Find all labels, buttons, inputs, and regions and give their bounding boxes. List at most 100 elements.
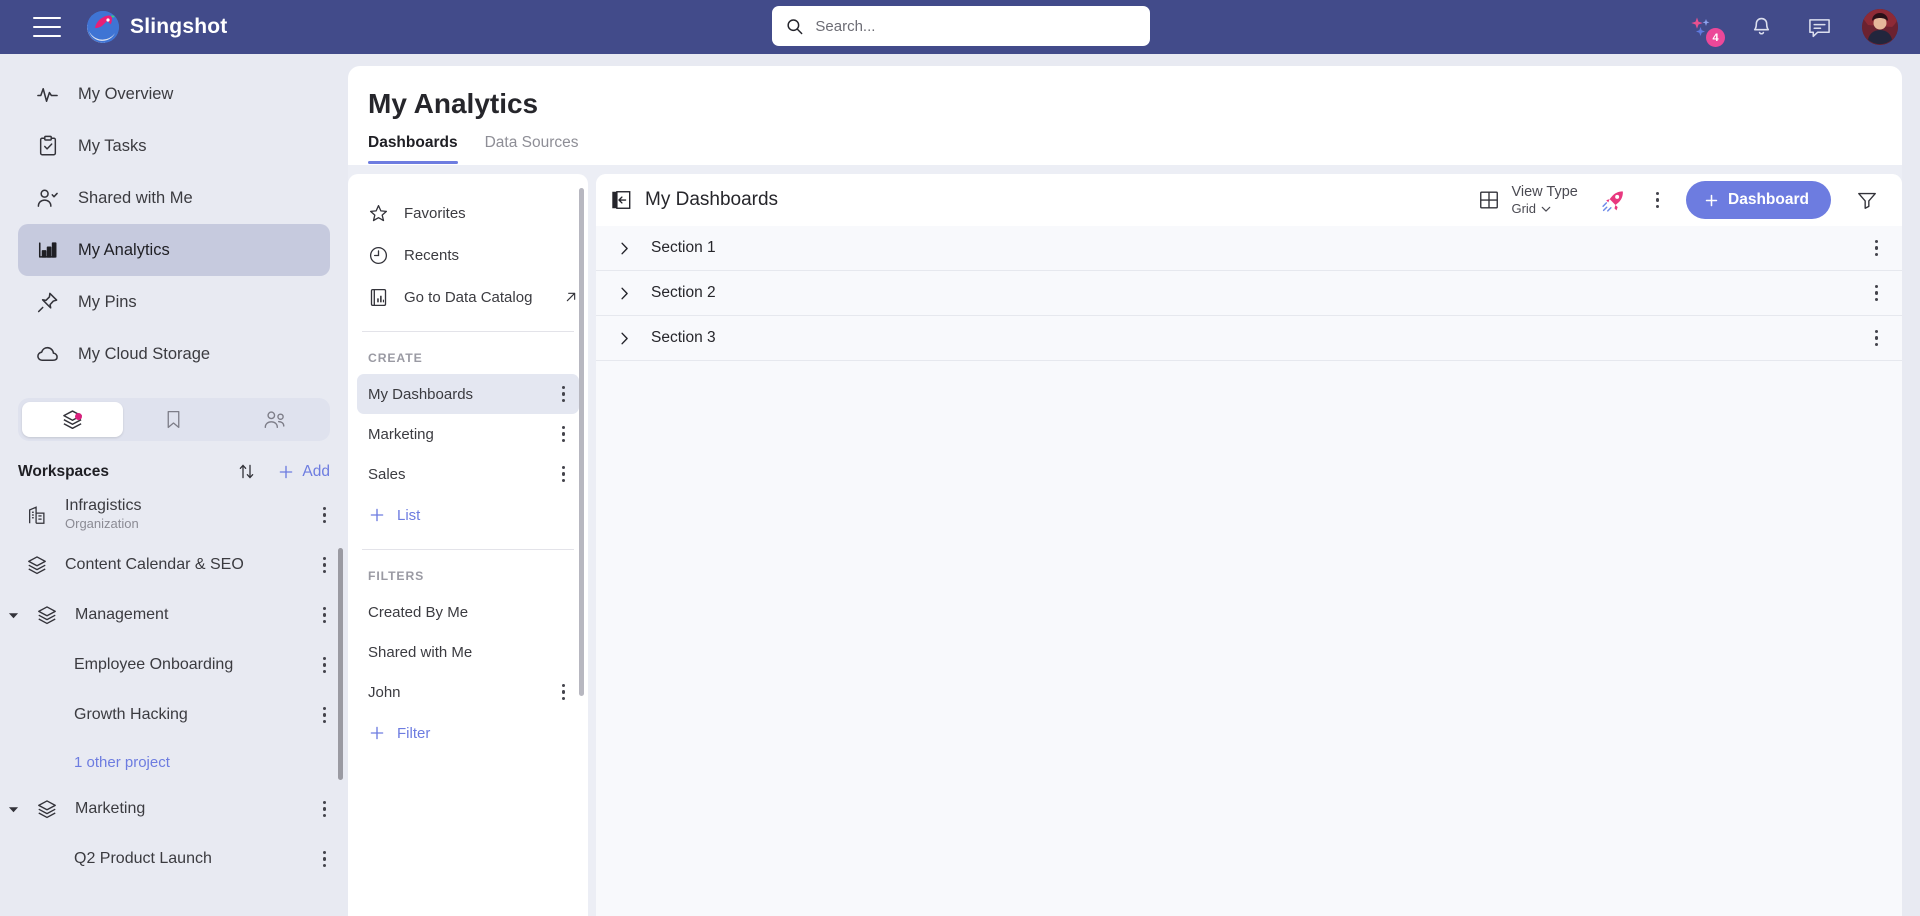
add-workspace-button[interactable]: Add: [277, 463, 330, 481]
chevron-right-icon[interactable]: [618, 287, 633, 300]
sidebar-item-my-overview[interactable]: My Overview: [18, 68, 330, 120]
sidebar-item-label: My Cloud Storage: [78, 344, 211, 363]
chevron-right-icon[interactable]: [618, 332, 633, 345]
primary-nav: My Overview My Tasks Shared with Me My A…: [0, 54, 348, 384]
sidebar-item-my-pins[interactable]: My Pins: [18, 276, 330, 328]
list-item-recents[interactable]: Recents: [357, 234, 579, 276]
add-filter-button[interactable]: Filter: [348, 712, 588, 754]
filter-row-label: Created By Me: [368, 603, 469, 621]
top-app-bar: Slingshot 4: [0, 0, 1920, 54]
sidebar-tab-workspaces[interactable]: [22, 402, 124, 437]
list-item-go-to-data-catalog[interactable]: Go to Data Catalog: [357, 276, 579, 318]
global-search[interactable]: [772, 6, 1150, 46]
project-kebab-menu[interactable]: [319, 703, 330, 727]
workspaces-list: Infragistics Organization Content Calend…: [0, 488, 348, 916]
section-label: Section 1: [651, 239, 716, 256]
add-list-label: List: [397, 506, 421, 524]
list-row-label: My Dashboards: [368, 385, 474, 403]
list-row-my-dashboards[interactable]: My Dashboards: [357, 374, 579, 414]
search-input[interactable]: [815, 17, 1136, 35]
analytics-work-area: Favorites Recents Go to Data Catalog CRE…: [348, 165, 1902, 916]
workspace-item-content-calendar-seo[interactable]: Content Calendar & SEO: [0, 540, 348, 590]
chevron-right-icon[interactable]: [618, 242, 633, 255]
chevron-down-icon[interactable]: [8, 610, 20, 621]
analytics-tabs: Dashboards Data Sources: [348, 120, 1902, 165]
project-item-q2-product-launch[interactable]: Q2 Product Launch: [0, 834, 348, 884]
workspace-kebab-menu[interactable]: [319, 603, 330, 627]
sort-arrows-icon[interactable]: [236, 461, 257, 482]
view-type-selector[interactable]: View Type Grid: [1478, 184, 1578, 216]
project-kebab-menu[interactable]: [319, 653, 330, 677]
list-row-sales[interactable]: Sales: [357, 454, 579, 494]
list-item-label: Recents: [404, 246, 460, 264]
project-kebab-menu[interactable]: [319, 847, 330, 871]
rocket-icon[interactable]: [1599, 185, 1629, 215]
view-type-value: Grid: [1511, 200, 1537, 216]
top-bar-actions: 4: [1688, 9, 1898, 47]
list-panel-scrollbar[interactable]: [579, 188, 584, 696]
workspace-item-infragistics[interactable]: Infragistics Organization: [0, 490, 348, 540]
workspace-item-marketing[interactable]: Marketing: [0, 784, 348, 834]
workspace-kebab-menu[interactable]: [319, 503, 330, 527]
sparkles-icon[interactable]: 4: [1688, 12, 1725, 47]
other-projects-link[interactable]: 1 other project: [0, 740, 348, 784]
external-link-icon: [563, 289, 579, 305]
layers-icon: [63, 410, 82, 430]
list-row-kebab-menu[interactable]: [559, 463, 568, 485]
workspace-kebab-menu[interactable]: [319, 797, 330, 821]
section-kebab-menu[interactable]: [1871, 236, 1882, 260]
workspace-item-management[interactable]: Management: [0, 590, 348, 640]
add-list-button[interactable]: List: [348, 494, 588, 536]
chevron-down-icon[interactable]: [8, 804, 20, 815]
section-row-1[interactable]: Section 1: [596, 226, 1902, 271]
layers-icon: [36, 604, 61, 626]
sidebar-item-my-analytics[interactable]: My Analytics: [18, 224, 330, 276]
project-item-growth-hacking[interactable]: Growth Hacking: [0, 690, 348, 740]
project-item-employee-onboarding[interactable]: Employee Onboarding: [0, 640, 348, 690]
collapse-panel-icon[interactable]: [610, 189, 632, 211]
filter-row-shared-with-me[interactable]: Shared with Me: [357, 632, 579, 672]
user-avatar[interactable]: [1862, 9, 1898, 45]
new-dashboard-button[interactable]: Dashboard: [1686, 181, 1831, 219]
filter-row-john[interactable]: John: [357, 672, 579, 712]
section-kebab-menu[interactable]: [1871, 326, 1882, 350]
workspaces-header: Workspaces Add: [18, 461, 330, 482]
bookmark-icon: [168, 410, 180, 429]
add-filter-label: Filter: [397, 724, 431, 742]
list-item-favorites[interactable]: Favorites: [357, 192, 579, 234]
project-name: Growth Hacking: [74, 705, 188, 723]
dashboards-toolbar: My Dashboards View Type Grid Dashboard: [596, 174, 1902, 226]
list-row-kebab-menu[interactable]: [559, 383, 568, 405]
brand-logo[interactable]: Slingshot: [87, 11, 227, 43]
bar-chart-icon: [36, 239, 59, 262]
tab-data-sources[interactable]: Data Sources: [485, 134, 579, 164]
hamburger-icon[interactable]: [33, 17, 61, 37]
project-name: Q2 Product Launch: [74, 849, 212, 867]
list-row-marketing[interactable]: Marketing: [357, 414, 579, 454]
sidebar-item-my-cloud-storage[interactable]: My Cloud Storage: [18, 328, 330, 380]
workspace-name: Marketing: [75, 799, 146, 817]
sidebar-tab-bookmarks[interactable]: [123, 402, 224, 437]
list-row-label: Sales: [368, 465, 406, 483]
section-label: Section 2: [651, 284, 716, 301]
bell-icon[interactable]: [1746, 12, 1776, 42]
section-row-3[interactable]: Section 3: [596, 316, 1902, 361]
page-body: My Overview My Tasks Shared with Me My A…: [0, 54, 1920, 916]
sidebar-tab-people[interactable]: [225, 402, 326, 437]
chat-icon[interactable]: [1804, 12, 1834, 42]
sidebar-item-my-tasks[interactable]: My Tasks: [18, 120, 330, 172]
star-icon: [369, 204, 388, 221]
sidebar-item-shared-with-me[interactable]: Shared with Me: [18, 172, 330, 224]
sidebar-scrollbar[interactable]: [338, 548, 343, 780]
filter-row-kebab-menu[interactable]: [559, 681, 568, 703]
list-row-kebab-menu[interactable]: [559, 423, 568, 445]
sidebar-item-label: My Analytics: [78, 240, 170, 259]
funnel-icon[interactable]: [1852, 185, 1882, 215]
workspace-name: Infragistics: [65, 497, 142, 515]
workspace-kebab-menu[interactable]: [319, 553, 330, 577]
dashboards-more-menu[interactable]: [1650, 186, 1665, 214]
filter-row-created-by-me[interactable]: Created By Me: [357, 592, 579, 632]
section-kebab-menu[interactable]: [1871, 281, 1882, 305]
tab-dashboards[interactable]: Dashboards: [368, 134, 458, 164]
section-row-2[interactable]: Section 2: [596, 271, 1902, 316]
